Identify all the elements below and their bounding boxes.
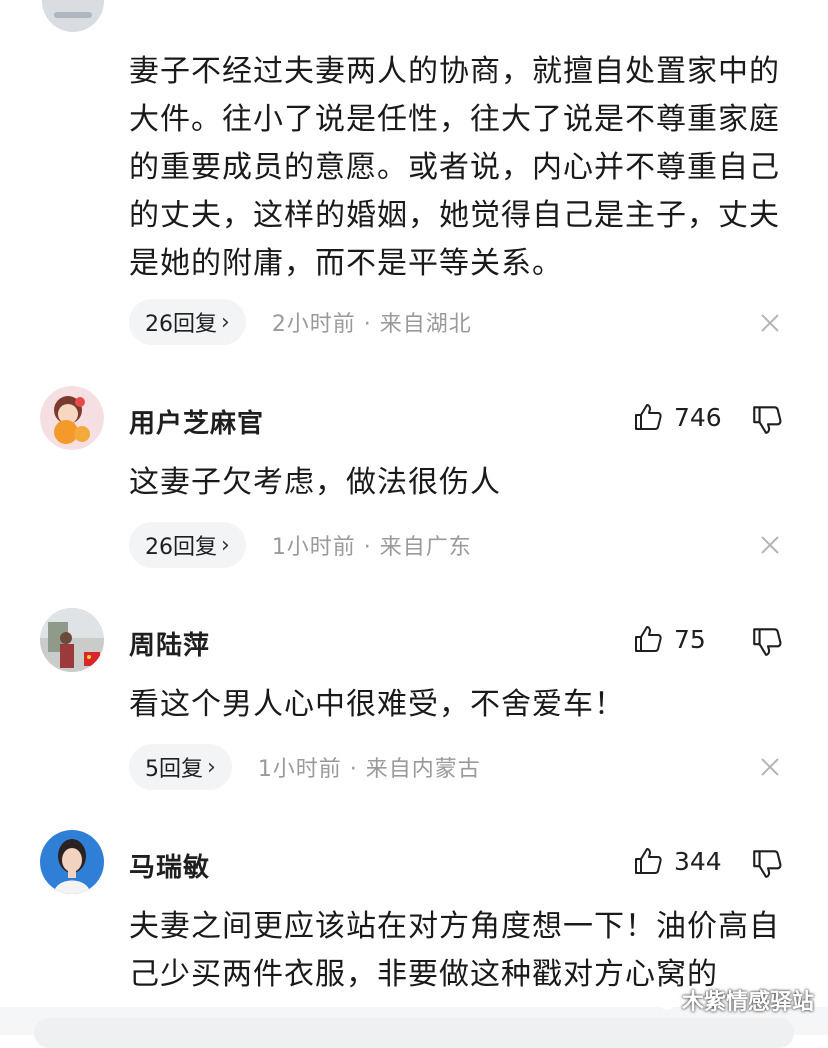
thumbs-down-icon[interactable] — [750, 625, 784, 659]
username[interactable]: 周陆萍 — [129, 625, 210, 662]
comment-meta-row: 5回复 › 1小时前 · 来自内蒙古 — [129, 744, 481, 790]
thumbs-up-icon — [635, 848, 662, 874]
comment-meta: 2小时前 · 来自湖北 — [271, 312, 472, 337]
thumbs-up-icon — [635, 626, 662, 652]
reply-count-label: 26回复 — [145, 312, 217, 337]
comment-text: 这妻子欠考虑，做法很伤人 — [129, 465, 501, 500]
thumbs-down-icon[interactable] — [750, 847, 784, 881]
username[interactable]: 马瑞敏 — [129, 847, 210, 884]
close-icon[interactable] — [758, 533, 782, 557]
watermark-text: 木紫情感驿站 — [682, 990, 815, 1015]
thumbs-up-icon — [635, 404, 662, 430]
avatar[interactable] — [40, 386, 104, 450]
chevron-right-icon: › — [221, 532, 230, 558]
reply-count-button[interactable]: 5回复 › — [129, 744, 232, 790]
comment-input[interactable] — [34, 1018, 794, 1048]
thumbs-down-icon[interactable] — [750, 403, 784, 437]
like-count: 75 — [674, 624, 706, 654]
reply-count-label: 5回复 — [145, 757, 203, 782]
comment-meta-row: 26回复 › 2小时前 · 来自湖北 — [129, 299, 472, 345]
close-icon[interactable] — [758, 755, 782, 779]
avatar[interactable] — [40, 608, 104, 672]
chevron-right-icon: › — [207, 754, 216, 780]
like-button[interactable]: 75 — [632, 623, 706, 655]
comment-text: 看这个男人心中很难受，不舍爱车！ — [129, 687, 625, 722]
reply-count-label: 26回复 — [145, 535, 217, 560]
like-button[interactable]: 344 — [632, 845, 722, 877]
username[interactable]: 用户芝麻官 — [129, 403, 264, 440]
watermark: 木紫情感驿站 — [650, 984, 814, 1016]
chevron-right-icon: › — [221, 309, 230, 335]
comment-text: 妻子不经过夫妻两人的协商，就擅自处置家中的大件。往小了说是任性，往大了说是不尊重… — [129, 54, 780, 281]
previous-comment-avatar[interactable] — [42, 0, 104, 32]
close-icon[interactable] — [758, 311, 782, 335]
comment-meta: 1小时前 · 来自内蒙古 — [257, 757, 481, 782]
avatar[interactable] — [40, 830, 104, 894]
comment-meta-row: 26回复 › 1小时前 · 来自广东 — [129, 522, 472, 568]
like-count: 344 — [674, 846, 722, 876]
like-count: 746 — [674, 402, 722, 432]
comment-meta: 1小时前 · 来自广东 — [271, 535, 472, 560]
reply-count-button[interactable]: 26回复 › — [129, 299, 246, 345]
like-button[interactable]: 746 — [632, 401, 722, 433]
wechat-icon — [650, 990, 675, 1010]
reply-count-button[interactable]: 26回复 › — [129, 522, 246, 568]
